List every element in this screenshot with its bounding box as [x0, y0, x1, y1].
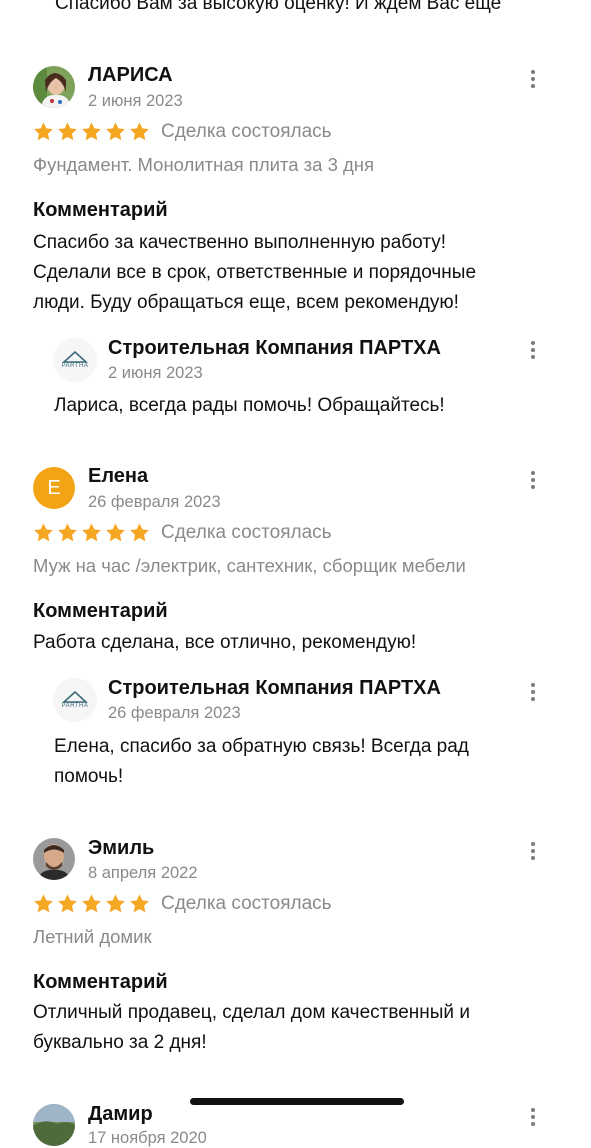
company-logo[interactable]: PARTHA [53, 338, 97, 382]
more-vertical-icon[interactable] [521, 468, 545, 492]
star-icon [34, 122, 53, 141]
home-indicator[interactable] [190, 1098, 404, 1105]
comment-text: Спасибо за качественно выполненную работ… [33, 232, 477, 313]
star-icon [82, 523, 101, 542]
rating-stars [33, 121, 150, 142]
more-vertical-icon[interactable] [521, 1105, 545, 1129]
avatar[interactable]: Е [33, 467, 75, 509]
service-name[interactable]: Фундамент. Монолитная плита за 3 дня [33, 154, 374, 176]
review-date: 26 февраля 2023 [88, 493, 221, 511]
rating-stars [33, 522, 150, 543]
logo-triangle-icon [62, 690, 88, 703]
star-icon [130, 523, 149, 542]
more-vertical-icon[interactable] [521, 839, 545, 863]
star-icon [34, 894, 53, 913]
reply-date: 26 февраля 2023 [108, 704, 241, 722]
star-icon [58, 122, 77, 141]
review-date: 2 июня 2023 [88, 92, 183, 110]
logo-text: PARTHA [61, 702, 89, 709]
star-icon [58, 523, 77, 542]
more-vertical-icon[interactable] [521, 67, 545, 91]
more-vertical-icon[interactable] [521, 680, 545, 704]
star-icon [130, 122, 149, 141]
reviewer-name[interactable]: Дамир [88, 1103, 153, 1126]
deal-status: Сделка состоялась [161, 522, 332, 543]
avatar-photo [33, 66, 75, 108]
reviewer-name[interactable]: Эмиль [88, 837, 154, 860]
star-icon [130, 894, 149, 913]
avatar-photo [33, 1104, 75, 1146]
comment-heading: Комментарий [33, 199, 168, 221]
comment-heading: Комментарий [33, 600, 168, 622]
avatar[interactable] [33, 1104, 75, 1146]
reply-text: Лариса, всегда рады помочь! Обращайтесь! [54, 395, 445, 416]
reviewer-name[interactable]: Елена [88, 465, 148, 488]
deal-status: Сделка состоялась [161, 893, 332, 914]
comment-text: Отличный продавец, сделал дом качественн… [33, 1002, 470, 1053]
avatar[interactable] [33, 838, 75, 880]
star-icon [106, 523, 125, 542]
rating-stars [33, 893, 150, 914]
review-date: 17 ноября 2020 [88, 1129, 207, 1147]
star-icon [58, 894, 77, 913]
star-icon [34, 523, 53, 542]
more-vertical-icon[interactable] [521, 338, 545, 362]
reply-date: 2 июня 2023 [108, 364, 203, 382]
company-logo[interactable]: PARTHA [53, 678, 97, 722]
review-date: 8 апреля 2022 [88, 864, 198, 882]
comment-text: Работа сделана, все отлично, рекомендую! [33, 632, 417, 653]
company-name[interactable]: Строительная Компания ПАРТХА [108, 337, 441, 360]
avatar[interactable] [33, 66, 75, 108]
service-name[interactable]: Муж на час /электрик, сантехник, сборщик… [33, 555, 466, 577]
company-name[interactable]: Строительная Компания ПАРТХА [108, 677, 441, 700]
service-name[interactable]: Летний домик [33, 926, 152, 948]
previous-reply-text: Спасибо Вам за высокую оценку! И ждем Ва… [55, 0, 502, 14]
star-icon [106, 122, 125, 141]
star-icon [82, 894, 101, 913]
logo-text: PARTHA [61, 362, 89, 369]
logo-triangle-icon [62, 350, 88, 363]
reviewer-name[interactable]: ЛАРИСА [88, 64, 173, 87]
avatar-photo [33, 838, 75, 880]
comment-heading: Комментарий [33, 971, 168, 993]
star-icon [106, 894, 125, 913]
star-icon [82, 122, 101, 141]
reply-text: Елена, спасибо за обратную связь! Всегда… [54, 736, 469, 787]
deal-status: Сделка состоялась [161, 121, 332, 142]
